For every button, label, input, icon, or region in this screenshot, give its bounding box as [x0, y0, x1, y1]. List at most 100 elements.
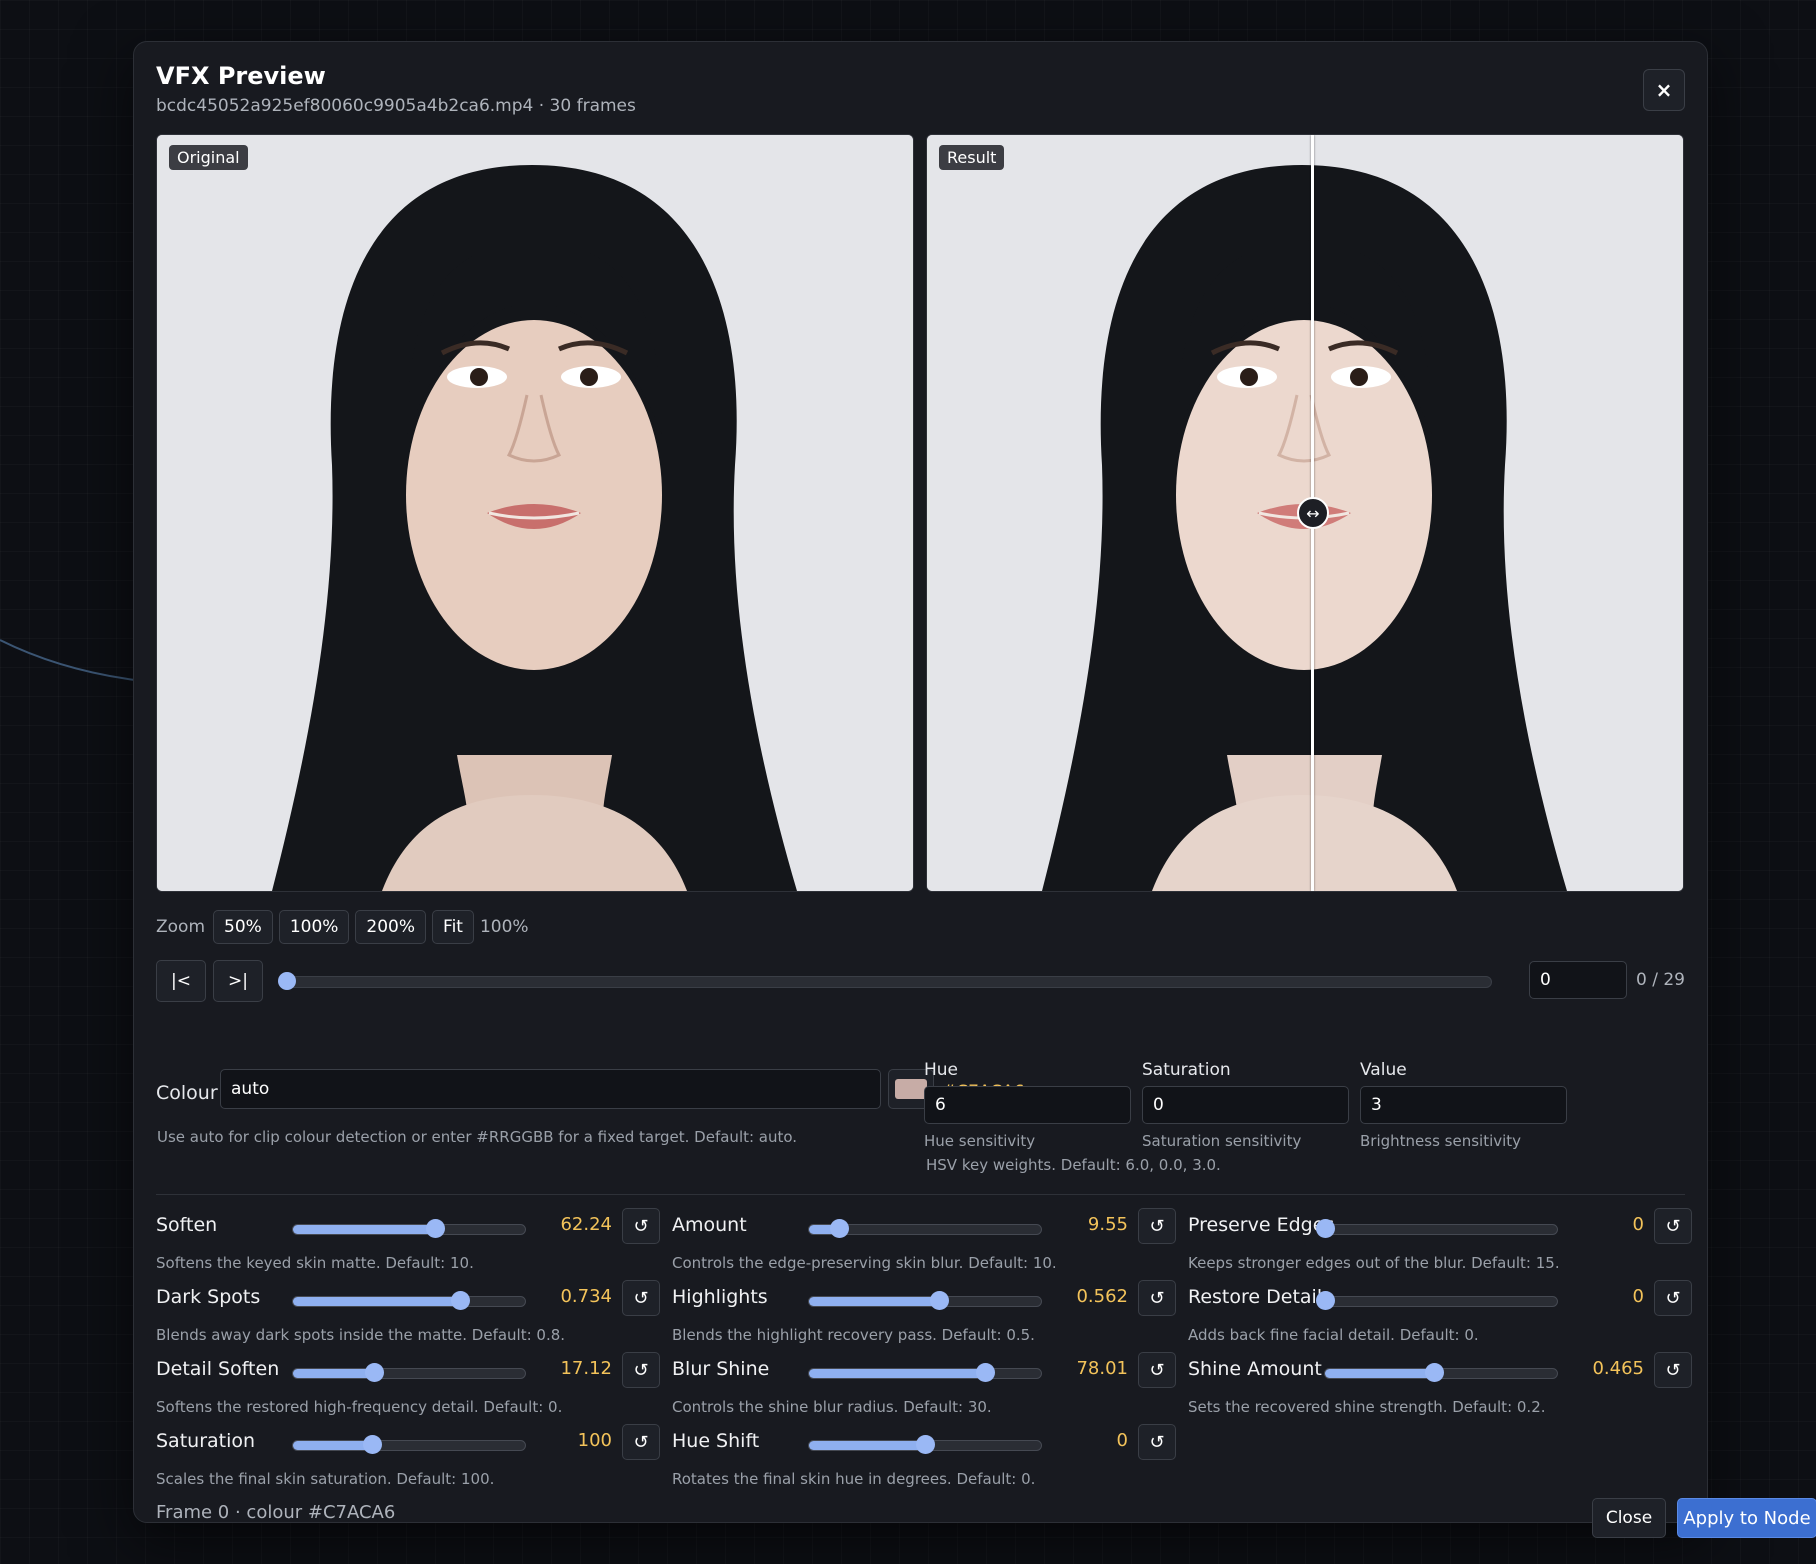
reset-icon[interactable]: ↺: [1138, 1280, 1176, 1316]
saturation-label: Saturation: [1142, 1060, 1231, 1080]
reset-icon[interactable]: ↺: [622, 1352, 660, 1388]
colour-help-text: Use auto for clip colour detection or en…: [157, 1128, 798, 1146]
saturation-field-group: Saturation Saturation sensitivity: [1142, 1060, 1349, 1150]
zoom-50-button[interactable]: 50%: [213, 910, 273, 944]
param-slider-fill: [809, 1441, 925, 1450]
frame-slider-thumb[interactable]: [278, 972, 296, 990]
param-shine-amount: Shine Amount 0.465 ↺ Sets the recovered shi…: [1188, 1352, 1692, 1416]
param-slider-thumb[interactable]: [1316, 1219, 1335, 1238]
value-sub-label: Brightness sensitivity: [1360, 1132, 1522, 1150]
original-preview-panel[interactable]: Original: [156, 134, 914, 892]
last-frame-button[interactable]: >|: [213, 960, 263, 1002]
param-slider-track[interactable]: [808, 1363, 1042, 1382]
colour-input[interactable]: [220, 1069, 881, 1109]
param-slider-fill: [809, 1369, 986, 1378]
param-slider-thumb[interactable]: [929, 1291, 949, 1310]
param-label: Soften: [156, 1214, 218, 1236]
reset-icon[interactable]: ↺: [1654, 1208, 1692, 1244]
param-label: Shine Amount: [1188, 1358, 1322, 1380]
param-description: Scales the final skin saturation. Defaul…: [156, 1470, 495, 1488]
first-frame-button[interactable]: |<: [156, 960, 206, 1002]
param-slider-thumb[interactable]: [976, 1363, 996, 1382]
original-label: Original: [169, 145, 248, 170]
param-slider-track[interactable]: [1324, 1363, 1558, 1382]
value-field-group: Value Brightness sensitivity: [1360, 1060, 1567, 1150]
reset-icon[interactable]: ↺: [622, 1424, 660, 1460]
frame-count: 0 / 29: [1636, 970, 1685, 990]
param-label: Restore Detail: [1188, 1286, 1323, 1308]
param-value: 0: [1632, 1286, 1644, 1307]
param-slider-thumb[interactable]: [451, 1291, 471, 1310]
frame-number-input[interactable]: [1529, 961, 1627, 999]
param-slider-thumb[interactable]: [362, 1435, 382, 1454]
section-divider: [156, 1194, 1685, 1195]
param-slider-track[interactable]: [1316, 1219, 1558, 1238]
param-description: Blends the highlight recovery pass. Defa…: [672, 1326, 1035, 1344]
hue-input[interactable]: [924, 1086, 1131, 1124]
reset-icon[interactable]: ↺: [1138, 1352, 1176, 1388]
param-slider-track[interactable]: [1316, 1291, 1558, 1310]
zoom-controls: Zoom 50% 100% 200% Fit 100%: [156, 909, 529, 945]
vfx-preview-modal: VFX Preview bcdc45052a925ef80060c9905a4b…: [133, 41, 1816, 1538]
param-label: Hue Shift: [672, 1430, 760, 1452]
footer-status: Frame 0 · colour #C7ACA6: [156, 1502, 396, 1523]
param-saturation: Saturation 100 ↺ Scales the final skin satu…: [156, 1424, 660, 1488]
param-slider-track[interactable]: [292, 1363, 526, 1382]
saturation-input[interactable]: [1142, 1086, 1349, 1124]
reset-icon[interactable]: ↺: [1654, 1352, 1692, 1388]
param-preserve-edges: Preserve Edges 0 ↺ Keeps stronger edges out…: [1188, 1208, 1692, 1272]
param-slider-thumb[interactable]: [916, 1435, 935, 1454]
param-slider-track[interactable]: [292, 1291, 526, 1310]
zoom-200-button[interactable]: 200%: [355, 910, 427, 944]
hue-sub-label: Hue sensitivity: [924, 1132, 1036, 1150]
param-slider-fill: [809, 1297, 939, 1306]
param-slider-thumb[interactable]: [365, 1363, 385, 1382]
param-slider-track[interactable]: [808, 1435, 1042, 1454]
modal-title: VFX Preview: [156, 62, 326, 90]
split-handle-icon[interactable]: ↔: [1297, 497, 1329, 529]
param-description: Controls the shine blur radius. Default:…: [672, 1398, 992, 1416]
close-icon[interactable]: ×: [1643, 69, 1685, 111]
colour-label: Colour: [156, 1082, 218, 1104]
reset-icon[interactable]: ↺: [1138, 1424, 1176, 1460]
param-amount: Amount 9.55 ↺ Controls the edge-preserving …: [672, 1208, 1176, 1272]
param-slider-track[interactable]: [808, 1291, 1042, 1310]
frame-slider-track[interactable]: [284, 976, 1492, 988]
reset-icon[interactable]: ↺: [622, 1208, 660, 1244]
param-slider-fill: [293, 1441, 372, 1450]
param-slider-fill: [1325, 1369, 1435, 1378]
param-blur-shine: Blur Shine 78.01 ↺ Controls the shine blur …: [672, 1352, 1176, 1416]
param-value: 78.01: [1076, 1358, 1128, 1379]
param-soften: Soften 62.24 ↺ Softens the keyed skin matte…: [156, 1208, 660, 1272]
param-label: Saturation: [156, 1430, 256, 1452]
param-description: Sets the recovered shine strength. Defau…: [1188, 1398, 1546, 1416]
reset-icon[interactable]: ↺: [1138, 1208, 1176, 1244]
param-slider-track[interactable]: [292, 1219, 526, 1238]
reset-icon[interactable]: ↺: [1654, 1280, 1692, 1316]
param-value: 0.562: [1076, 1286, 1128, 1307]
param-highlights: Highlights 0.562 ↺ Blends the highlight rec…: [672, 1280, 1176, 1344]
param-slider-thumb[interactable]: [830, 1219, 850, 1238]
zoom-current-value: 100%: [479, 917, 529, 937]
colour-swatch: [895, 1079, 927, 1099]
close-button[interactable]: Close: [1592, 1498, 1666, 1538]
param-slider-thumb[interactable]: [1316, 1291, 1335, 1310]
param-value: 62.24: [560, 1214, 612, 1235]
zoom-fit-button[interactable]: Fit: [432, 910, 474, 944]
hue-label: Hue: [924, 1060, 959, 1080]
param-label: Highlights: [672, 1286, 768, 1308]
modal-subtitle: bcdc45052a925ef80060c9905a4b2ca6.mp4 · 3…: [156, 96, 636, 116]
param-restore-detail: Restore Detail 0 ↺ Adds back fine facial de…: [1188, 1280, 1692, 1344]
param-slider-thumb[interactable]: [1425, 1363, 1445, 1382]
param-hue-shift: Hue Shift 0 ↺ Rotates the final skin hue in…: [672, 1424, 1176, 1488]
param-description: Blends away dark spots inside the matte.…: [156, 1326, 566, 1344]
result-preview-panel[interactable]: Result ↔: [926, 134, 1684, 892]
result-label: Result: [939, 145, 1005, 170]
reset-icon[interactable]: ↺: [622, 1280, 660, 1316]
param-slider-thumb[interactable]: [425, 1219, 445, 1238]
param-slider-track[interactable]: [808, 1219, 1042, 1238]
apply-to-node-button[interactable]: Apply to Node: [1677, 1498, 1816, 1538]
value-input[interactable]: [1360, 1086, 1567, 1124]
zoom-100-button[interactable]: 100%: [278, 910, 350, 944]
param-slider-track[interactable]: [292, 1435, 526, 1454]
